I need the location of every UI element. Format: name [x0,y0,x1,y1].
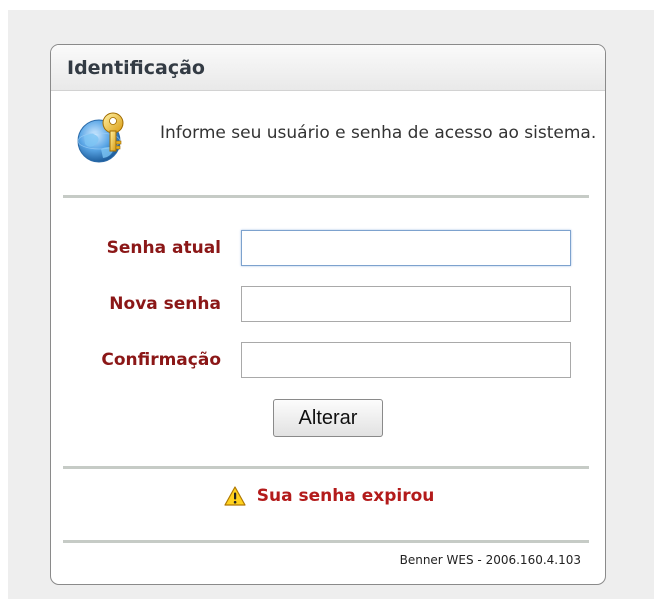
status-message: Sua senha expirou [51,485,605,515]
panel-header: Identificação [51,45,605,91]
confirmation-label: Confirmação [101,350,221,370]
divider [63,466,589,469]
divider [63,195,589,198]
new-password-row: Nova senha [51,285,605,323]
current-password-row: Senha atual [51,229,605,267]
version-text: Benner WES - 2006.160.4.103 [399,553,581,567]
panel-title: Identificação [67,56,205,79]
password-expired-text: Sua senha expirou [256,485,435,506]
confirmation-row: Confirmação [51,341,605,379]
divider [63,540,589,543]
new-password-label: Nova senha [109,294,221,314]
globe-key-icon [77,112,124,163]
info-row: Informe seu usuário e senha de acesso ao… [73,109,596,189]
confirmation-input[interactable] [241,342,571,378]
alterar-button[interactable]: Alterar [273,399,383,437]
login-panel: Identificação Informe seu usuário e senh… [50,44,606,585]
current-password-label: Senha atual [106,238,221,258]
info-message: Informe seu usuário e senha de acesso ao… [160,123,597,143]
new-password-input[interactable] [241,286,571,322]
current-password-input[interactable] [241,230,571,266]
warning-icon [224,485,246,506]
